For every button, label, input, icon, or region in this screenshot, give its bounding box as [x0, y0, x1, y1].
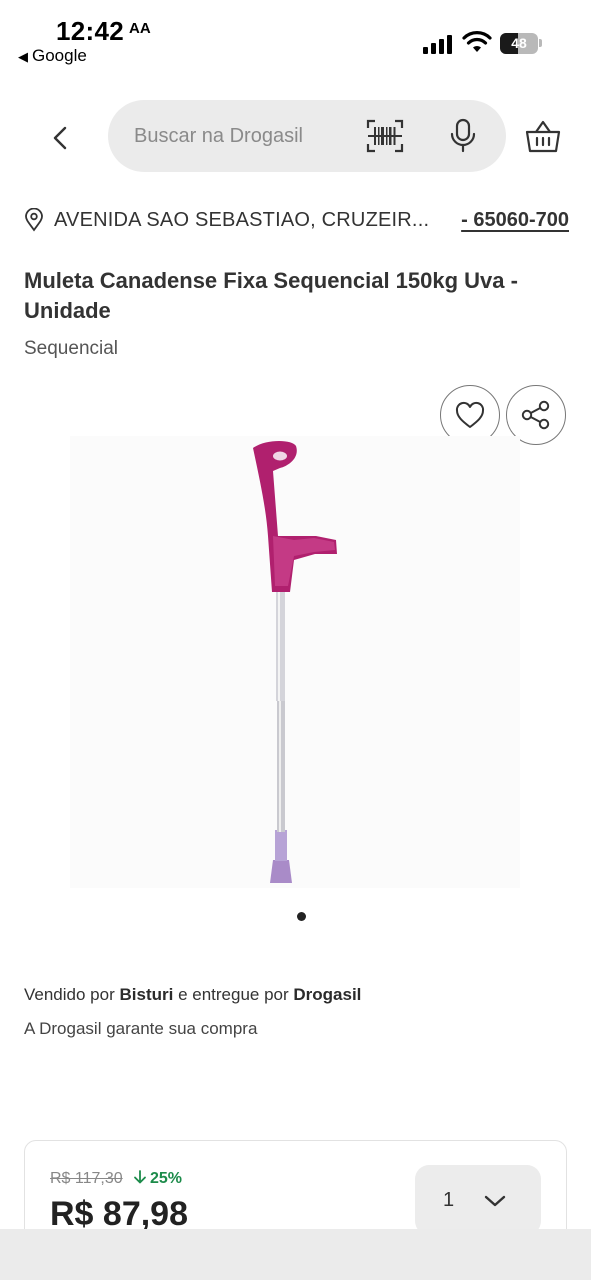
back-button[interactable] — [40, 118, 80, 158]
delivery-name: Drogasil — [293, 985, 362, 1004]
back-app-label: Google — [32, 46, 87, 65]
share-icon — [521, 400, 550, 430]
delivery-address[interactable]: AVENIDA SAO SEBASTIAO, CRUZEIR... - 6506… — [24, 206, 569, 236]
guarantee-text: A Drogasil garante sua compra — [24, 1019, 258, 1038]
seller-name: Bisturi — [119, 985, 174, 1004]
chevron-down-icon — [484, 1195, 506, 1207]
sold-by-prefix: Vendido por — [24, 985, 115, 1004]
location-pin-icon — [25, 208, 43, 232]
product-brand[interactable]: Sequencial — [24, 338, 118, 360]
battery-tip — [539, 39, 542, 47]
status-time: 12:42 — [56, 16, 124, 46]
arrow-down-icon — [134, 1170, 146, 1184]
discount-badge: 25% — [133, 1170, 182, 1188]
carousel-dot[interactable] — [297, 912, 306, 921]
barcode-scan-icon[interactable] — [366, 118, 404, 154]
back-to-app-link[interactable]: ◀ Google — [18, 46, 87, 66]
back-triangle-icon: ◀ — [18, 49, 28, 64]
microphone-icon[interactable] — [448, 118, 478, 154]
product-image[interactable] — [70, 436, 520, 888]
crutch-illustration — [253, 440, 337, 883]
status-notification-icon: AA — [129, 20, 151, 37]
cep-link[interactable]: - 65060-700 — [461, 209, 569, 232]
search-input[interactable]: Buscar na Drogasil — [108, 100, 506, 172]
chevron-left-icon — [53, 126, 67, 150]
wifi-icon — [462, 31, 492, 52]
address-text: AVENIDA SAO SEBASTIAO, CRUZEIR... — [54, 209, 430, 231]
search-placeholder: Buscar na Drogasil — [134, 125, 303, 147]
product-title: Muleta Canadense Fixa Sequencial 150kg U… — [24, 268, 518, 323]
old-price: R$ 117,30 — [50, 1170, 123, 1187]
battery-percent: 48 — [511, 35, 527, 51]
heart-icon — [455, 401, 485, 428]
quantity-value: 1 — [443, 1189, 455, 1211]
quantity-select[interactable]: 1 — [415, 1165, 541, 1235]
seller-info: Vendido por Bisturi e entregue por Droga… — [24, 985, 361, 1005]
battery-indicator: 48 — [500, 33, 538, 54]
basket-icon[interactable] — [524, 118, 562, 156]
status-bar: 12:42 AA ◀ Google 48 — [0, 0, 591, 76]
discount-value: 25% — [150, 1170, 183, 1187]
cellular-signal-icon — [423, 34, 455, 54]
delivered-by-prefix: e entregue por — [178, 985, 289, 1004]
bottom-bar — [0, 1229, 591, 1280]
